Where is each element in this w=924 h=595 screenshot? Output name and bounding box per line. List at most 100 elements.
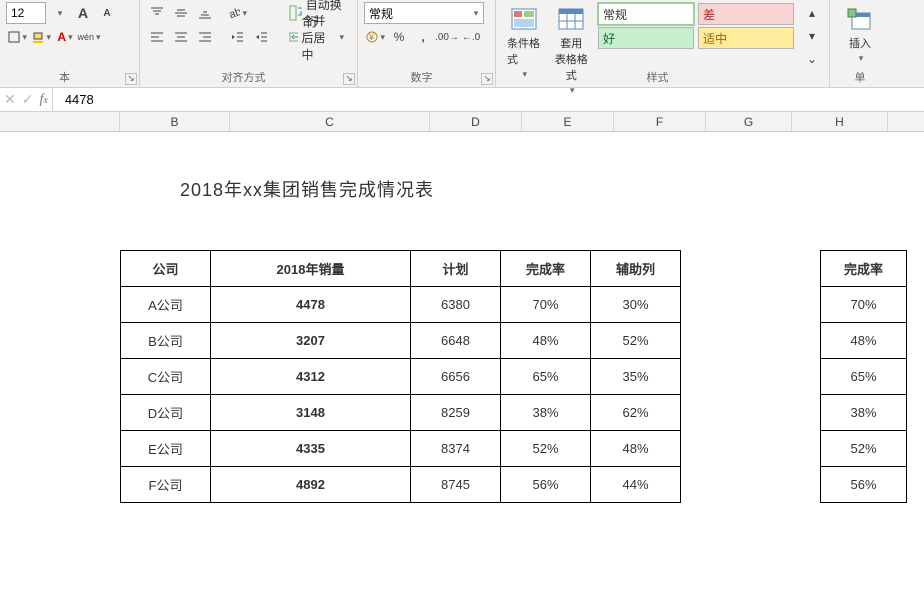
- align-right-button[interactable]: [194, 26, 216, 48]
- orientation-button[interactable]: ab: [226, 2, 248, 24]
- increase-decimal-button[interactable]: .00→: [436, 26, 458, 48]
- fill-color-button[interactable]: [30, 26, 52, 48]
- cell-aux[interactable]: 30%: [591, 287, 681, 323]
- cell-sales[interactable]: 4335: [211, 431, 411, 467]
- font-dialog-launcher[interactable]: ↘: [125, 73, 137, 85]
- style-expand[interactable]: ⌄: [801, 48, 823, 70]
- number-dialog-launcher[interactable]: ↘: [481, 73, 493, 85]
- cell-rate[interactable]: 70%: [501, 287, 591, 323]
- align-bottom-button[interactable]: [194, 2, 216, 24]
- merge-center-button[interactable]: 合并后居中: [282, 26, 351, 48]
- style-neutral[interactable]: 适中: [698, 27, 794, 49]
- comma-button[interactable]: ,: [412, 26, 434, 48]
- column-header[interactable]: G: [706, 112, 792, 131]
- confirm-edit-button[interactable]: ✓: [22, 91, 34, 108]
- table-row: B公司3207664848%52%: [121, 323, 681, 359]
- align-top-button[interactable]: [146, 2, 168, 24]
- number-format-dropdown[interactable]: [464, 2, 486, 24]
- cells-group-label: 单: [830, 69, 890, 85]
- cell-aux[interactable]: 52%: [591, 323, 681, 359]
- cell-rate[interactable]: 48%: [501, 323, 591, 359]
- cell-rate[interactable]: 70%: [821, 287, 907, 323]
- insert-icon: [844, 5, 876, 33]
- cell-plan[interactable]: 8374: [411, 431, 501, 467]
- table-row: 65%: [821, 359, 907, 395]
- merge-icon: [289, 29, 298, 45]
- decrease-font-button[interactable]: A: [96, 2, 118, 24]
- cell-plan[interactable]: 8259: [411, 395, 501, 431]
- table-header: 2018年销量: [211, 251, 411, 287]
- cell-rate[interactable]: 65%: [821, 359, 907, 395]
- cell-company[interactable]: E公司: [121, 431, 211, 467]
- cell-aux[interactable]: 44%: [591, 467, 681, 503]
- cell-sales[interactable]: 4892: [211, 467, 411, 503]
- align-left-button[interactable]: [146, 26, 168, 48]
- cell-aux[interactable]: 35%: [591, 359, 681, 395]
- cell-company[interactable]: D公司: [121, 395, 211, 431]
- cell-rate[interactable]: 56%: [821, 467, 907, 503]
- alignment-dialog-launcher[interactable]: ↘: [343, 73, 355, 85]
- cell-sales[interactable]: 3207: [211, 323, 411, 359]
- cell-company[interactable]: F公司: [121, 467, 211, 503]
- cell-style-gallery[interactable]: 常规 差 好 适中: [597, 2, 795, 50]
- style-scroll-up[interactable]: ▴: [801, 2, 823, 24]
- column-header[interactable]: E: [522, 112, 614, 131]
- table-row: F公司4892874556%44%: [121, 467, 681, 503]
- accounting-format-button[interactable]: ¥: [364, 26, 386, 48]
- style-good[interactable]: 好: [598, 27, 694, 49]
- decrease-decimal-button[interactable]: ←.0: [460, 26, 482, 48]
- align-middle-button[interactable]: [170, 2, 192, 24]
- cell-aux[interactable]: 48%: [591, 431, 681, 467]
- column-header[interactable]: C: [230, 112, 430, 131]
- phonetic-button[interactable]: wén: [78, 26, 100, 48]
- font-size-dropdown[interactable]: [48, 2, 70, 24]
- align-center-button[interactable]: [170, 26, 192, 48]
- table-row: 70%: [821, 287, 907, 323]
- increase-indent-button[interactable]: [250, 26, 272, 48]
- cell-rate[interactable]: 65%: [501, 359, 591, 395]
- style-bad[interactable]: 差: [698, 3, 794, 25]
- cell-plan[interactable]: 6656: [411, 359, 501, 395]
- cell-rate[interactable]: 38%: [501, 395, 591, 431]
- cell-sales[interactable]: 4478: [211, 287, 411, 323]
- cell-plan[interactable]: 6380: [411, 287, 501, 323]
- formula-input[interactable]: [53, 88, 924, 111]
- insert-button[interactable]: 插入: [836, 2, 884, 67]
- cancel-edit-button[interactable]: ✕: [4, 91, 16, 108]
- column-header[interactable]: B: [120, 112, 230, 131]
- column-headers[interactable]: BCDEFGH: [0, 112, 924, 132]
- font-color-button[interactable]: A: [54, 26, 76, 48]
- font-size-input[interactable]: [6, 2, 46, 24]
- column-header[interactable]: H: [792, 112, 888, 131]
- cell-rate[interactable]: 38%: [821, 395, 907, 431]
- cell-sales[interactable]: 3148: [211, 395, 411, 431]
- cell-plan[interactable]: 6648: [411, 323, 501, 359]
- cell-rate[interactable]: 52%: [821, 431, 907, 467]
- style-normal[interactable]: 常规: [598, 3, 694, 25]
- cell-rate[interactable]: 48%: [821, 323, 907, 359]
- table-row: A公司4478638070%30%: [121, 287, 681, 323]
- cell-rate[interactable]: 52%: [501, 431, 591, 467]
- column-header[interactable]: F: [614, 112, 706, 131]
- styles-group-label: 样式: [496, 69, 819, 85]
- table-header: 辅助列: [591, 251, 681, 287]
- grid-area[interactable]: 2018年xx集团销售完成情况表 公司2018年销量计划完成率辅助列A公司447…: [0, 132, 924, 595]
- column-header[interactable]: D: [430, 112, 522, 131]
- table-header: 公司: [121, 251, 211, 287]
- cell-plan[interactable]: 8745: [411, 467, 501, 503]
- style-scroll-down[interactable]: ▾: [801, 25, 823, 47]
- cell-company[interactable]: C公司: [121, 359, 211, 395]
- cell-aux[interactable]: 62%: [591, 395, 681, 431]
- decrease-indent-button[interactable]: [226, 26, 248, 48]
- cell-rate[interactable]: 56%: [501, 467, 591, 503]
- cell-company[interactable]: A公司: [121, 287, 211, 323]
- increase-font-button[interactable]: A: [72, 2, 94, 24]
- fx-button[interactable]: fx: [39, 92, 47, 108]
- cell-sales[interactable]: 4312: [211, 359, 411, 395]
- styles-group: 条件格式 套用 表格格式 常规 差 好 适中 ▴ ▾ ⌄ 样式: [496, 0, 830, 87]
- border-button[interactable]: [6, 26, 28, 48]
- table-row: D公司3148825938%62%: [121, 395, 681, 431]
- percent-button[interactable]: %: [388, 26, 410, 48]
- number-group: ¥ % , .00→ ←.0 数字 ↘: [358, 0, 496, 87]
- cell-company[interactable]: B公司: [121, 323, 211, 359]
